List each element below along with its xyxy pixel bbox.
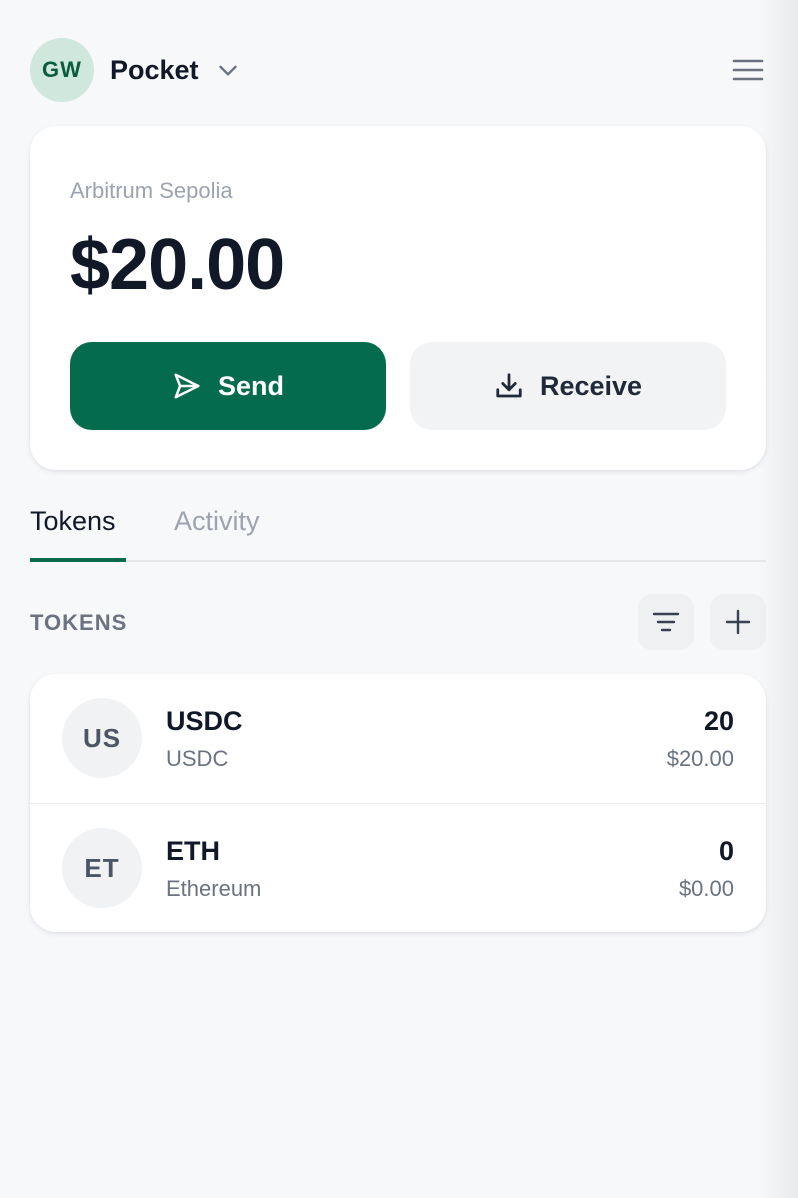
token-avatar: ET <box>62 828 142 908</box>
balance-card: Arbitrum Sepolia $20.00 Send Receive <box>30 126 766 470</box>
plus-icon <box>725 609 751 635</box>
token-value: $0.00 <box>678 876 734 901</box>
token-symbol: USDC <box>166 706 243 736</box>
receive-button[interactable]: Receive <box>410 342 726 430</box>
tab-activity[interactable]: Activity <box>174 504 260 562</box>
filter-button[interactable] <box>638 594 694 650</box>
token-list: US USDC USDC 20 $20.00 ET ETH Ethereum 0… <box>30 674 766 932</box>
add-token-button[interactable] <box>710 594 766 650</box>
token-row-eth[interactable]: ET ETH Ethereum 0 $0.00 <box>30 803 766 932</box>
send-button[interactable]: Send <box>70 342 386 430</box>
token-name: USDC <box>166 746 229 771</box>
menu-button[interactable] <box>730 52 766 88</box>
avatar[interactable]: GW <box>30 38 94 102</box>
send-button-label: Send <box>217 370 284 401</box>
token-name: Ethereum <box>166 876 262 901</box>
tab-bar: Tokens Activity <box>30 504 766 562</box>
network-label: Arbitrum Sepolia <box>70 178 233 203</box>
download-icon <box>494 371 524 401</box>
receive-button-label: Receive <box>539 370 643 401</box>
token-symbol: ETH <box>166 836 220 866</box>
token-amount: 0 <box>718 836 734 866</box>
paper-plane-icon <box>172 371 202 401</box>
tab-tokens[interactable]: Tokens <box>30 504 126 562</box>
chevron-down-icon <box>215 57 241 83</box>
header: GW Pocket <box>30 38 766 102</box>
token-row-usdc[interactable]: US USDC USDC 20 $20.00 <box>30 674 766 803</box>
token-avatar: US <box>62 698 142 778</box>
balance-amount: $20.00 <box>70 225 285 305</box>
token-amount: 20 <box>703 706 734 736</box>
wallet-switcher[interactable]: Pocket <box>110 55 241 86</box>
hamburger-menu-icon <box>731 57 765 83</box>
wallet-home-screen: GW Pocket Arbitrum Sepolia $20.00 Send R… <box>0 0 798 1198</box>
token-value: $20.00 <box>666 746 734 771</box>
filter-icon <box>652 611 680 633</box>
tokens-section-label: TOKENS <box>30 610 128 635</box>
wallet-name: Pocket <box>110 54 199 85</box>
